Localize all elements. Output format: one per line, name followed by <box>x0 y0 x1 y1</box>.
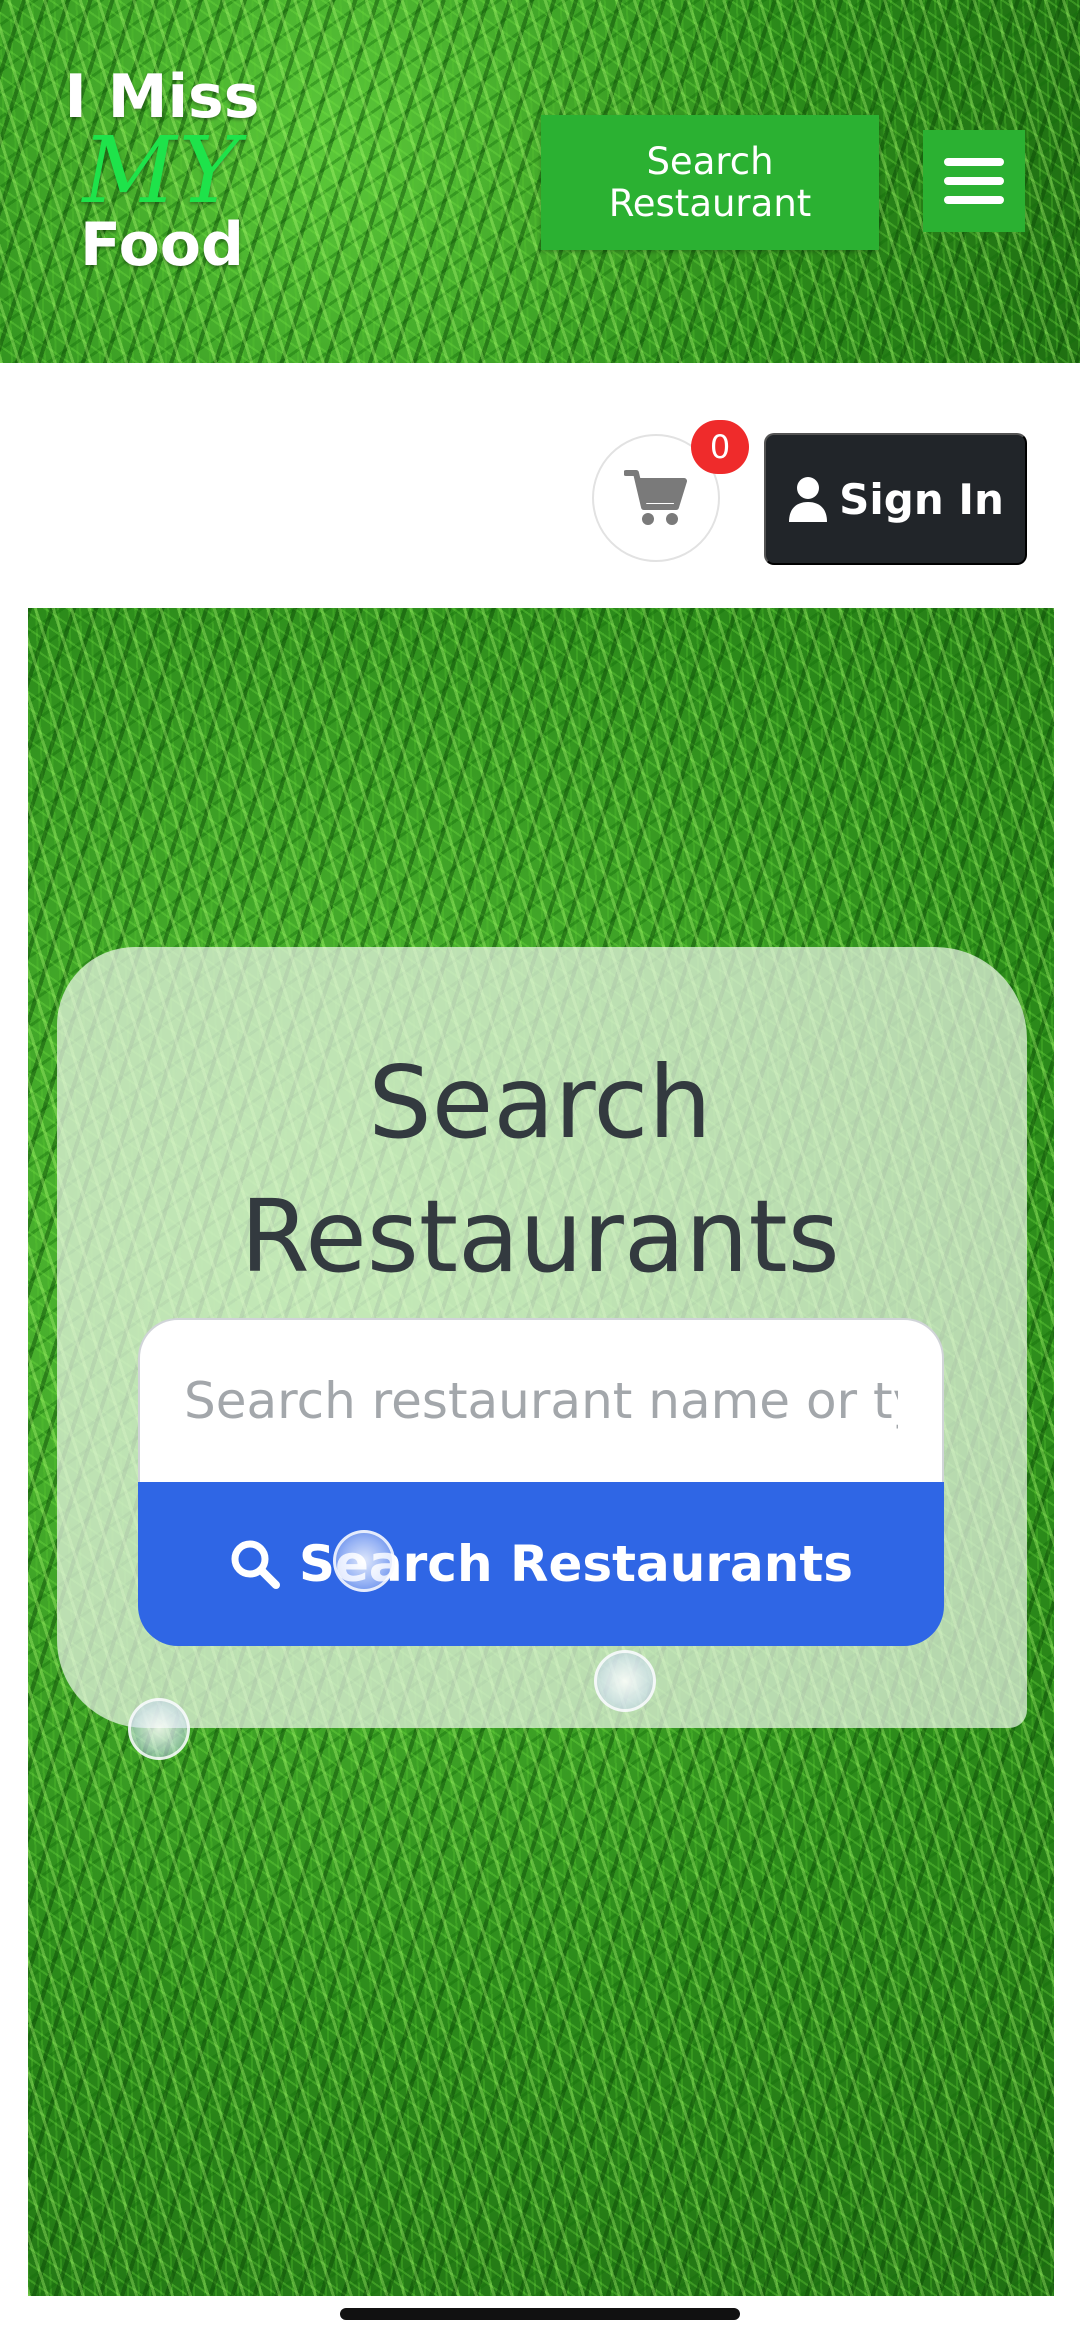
search-card-title: Search Restaurants <box>240 1044 840 1295</box>
sign-in-button[interactable]: Sign In <box>764 433 1027 565</box>
search-restaurant-nav-button[interactable]: Search Restaurant <box>541 115 879 250</box>
hamburger-menu-icon-bar-2 <box>944 177 1004 185</box>
restaurant-search-input[interactable] <box>138 1318 944 1482</box>
touch-indicator <box>128 1698 190 1760</box>
hamburger-menu-icon <box>944 158 1004 166</box>
site-header: I Miss MY Food Search Restaurant <box>0 0 1080 363</box>
home-indicator-bar[interactable] <box>340 2308 740 2320</box>
search-icon <box>231 1540 280 1589</box>
search-restaurants-button[interactable]: Search Restaurants <box>138 1482 944 1646</box>
touch-indicator <box>594 1650 656 1712</box>
sign-in-label: Sign In <box>839 474 1004 524</box>
hamburger-menu-icon-bar-3 <box>944 196 1004 204</box>
user-icon <box>789 477 828 522</box>
cart-count-badge: 0 <box>691 420 749 474</box>
search-restaurant-nav-label: Search Restaurant <box>608 139 812 225</box>
site-logo[interactable]: I Miss MY Food <box>62 66 262 276</box>
logo-line-3: Food <box>80 210 244 280</box>
touch-indicator <box>333 1530 395 1592</box>
shopping-cart-icon <box>624 470 687 525</box>
hamburger-menu-button[interactable] <box>923 130 1025 232</box>
logo-line-2: MY <box>82 117 242 224</box>
